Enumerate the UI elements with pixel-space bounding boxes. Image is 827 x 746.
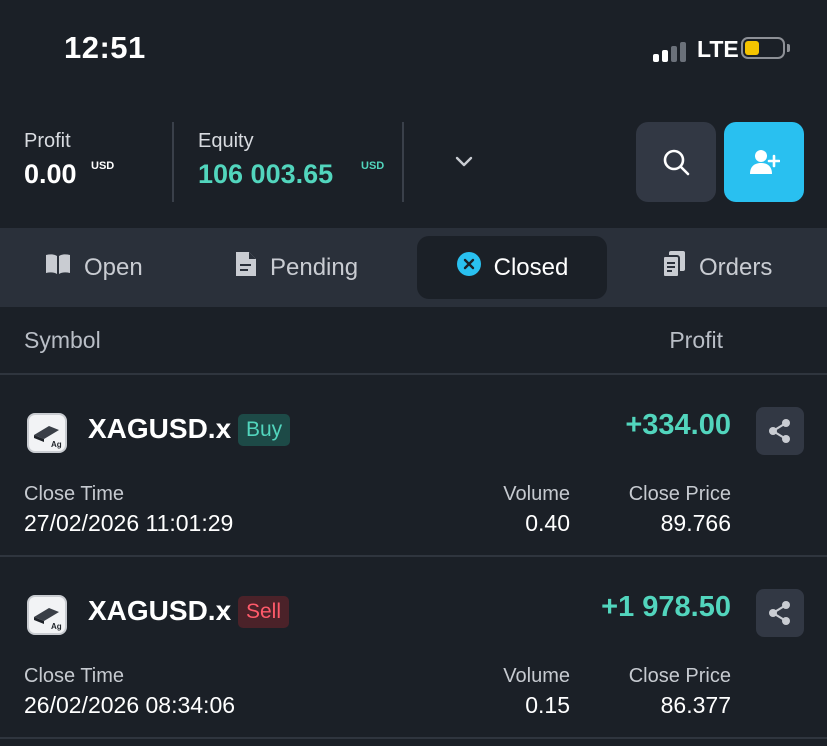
side-badge: Buy xyxy=(238,414,291,446)
svg-text:Ag: Ag xyxy=(51,440,62,449)
tab-orders-label: Orders xyxy=(699,253,773,281)
silver-bar-icon: Ag xyxy=(27,413,67,453)
tab-pending-label: Pending xyxy=(270,253,359,281)
close-time-value: 26/02/2026 08:34:06 xyxy=(24,692,236,718)
status-time: 12:51 xyxy=(64,30,146,65)
equity-label: Equity xyxy=(198,130,254,152)
add-account-button[interactable] xyxy=(724,122,804,202)
trade-tabs: Open Pending Closed Orders xyxy=(0,228,827,307)
trade-symbol: XAGUSD.x xyxy=(88,595,232,626)
add-user-icon xyxy=(750,150,780,174)
close-time-value: 27/02/2026 11:01:29 xyxy=(24,510,234,536)
close-price-value: 89.766 xyxy=(660,510,731,536)
profit-currency: USD xyxy=(91,160,115,172)
book-icon xyxy=(44,252,72,283)
close-circle-icon xyxy=(456,251,482,284)
trade-row[interactable]: Ag XAGUSD.x Buy +334.00 Close Time 27/02… xyxy=(0,375,827,557)
equity-value: 106 003.65 xyxy=(198,159,334,189)
share-button[interactable] xyxy=(756,407,804,455)
trade-symbol: XAGUSD.x xyxy=(88,413,232,444)
chevron-down-icon[interactable] xyxy=(452,150,476,174)
tab-closed[interactable]: Closed xyxy=(417,236,607,299)
tab-open[interactable]: Open xyxy=(44,236,143,299)
share-button[interactable] xyxy=(756,589,804,637)
silver-bar-icon: Ag xyxy=(27,595,67,635)
volume-label: Volume xyxy=(503,665,570,687)
close-time-label: Close Time xyxy=(24,483,125,505)
share-icon xyxy=(769,419,790,443)
tab-pending[interactable]: Pending xyxy=(234,236,358,299)
tab-closed-label: Closed xyxy=(493,253,569,281)
volume-value: 0.40 xyxy=(525,510,570,536)
table-header: Symbol Profit xyxy=(0,307,827,375)
close-time-label: Close Time xyxy=(24,665,125,687)
profit-column-header: Profit xyxy=(669,327,723,353)
profit-value: 0.00 xyxy=(24,159,77,189)
volume-label: Volume xyxy=(503,483,570,505)
share-icon xyxy=(769,601,790,625)
closed-trades-screen: 12:51 LTE Profit 0.00 USD Equity 106 003… xyxy=(0,0,827,746)
search-button[interactable] xyxy=(636,122,716,202)
volume-value: 0.15 xyxy=(525,692,570,718)
close-price-label: Close Price xyxy=(628,665,731,687)
symbol-column-header: Symbol xyxy=(24,327,101,353)
equity-currency: USD xyxy=(361,160,385,172)
profit-label: Profit xyxy=(24,130,71,152)
account-summary: Profit 0.00 USD Equity 106 003.65 USD xyxy=(0,100,827,228)
network-type: LTE xyxy=(697,36,739,62)
divider xyxy=(402,122,404,202)
tab-orders[interactable]: Orders xyxy=(661,236,772,299)
trade-profit: +1 978.50 xyxy=(601,591,731,623)
orders-icon xyxy=(661,250,687,285)
trade-row[interactable]: Ag XAGUSD.x Sell +1 978.50 Close Time 26… xyxy=(0,557,827,739)
close-price-value: 86.377 xyxy=(660,692,731,718)
battery-icon xyxy=(741,37,790,61)
signal-strength-icon xyxy=(653,38,689,62)
document-icon xyxy=(234,250,258,285)
side-badge: Sell xyxy=(238,596,290,628)
trade-profit: +334.00 xyxy=(625,409,731,441)
close-price-label: Close Price xyxy=(628,483,731,505)
divider xyxy=(172,122,174,202)
tab-open-label: Open xyxy=(84,253,143,281)
search-icon xyxy=(663,149,690,176)
svg-text:Ag: Ag xyxy=(51,622,62,631)
status-bar: 12:51 LTE xyxy=(0,0,827,100)
